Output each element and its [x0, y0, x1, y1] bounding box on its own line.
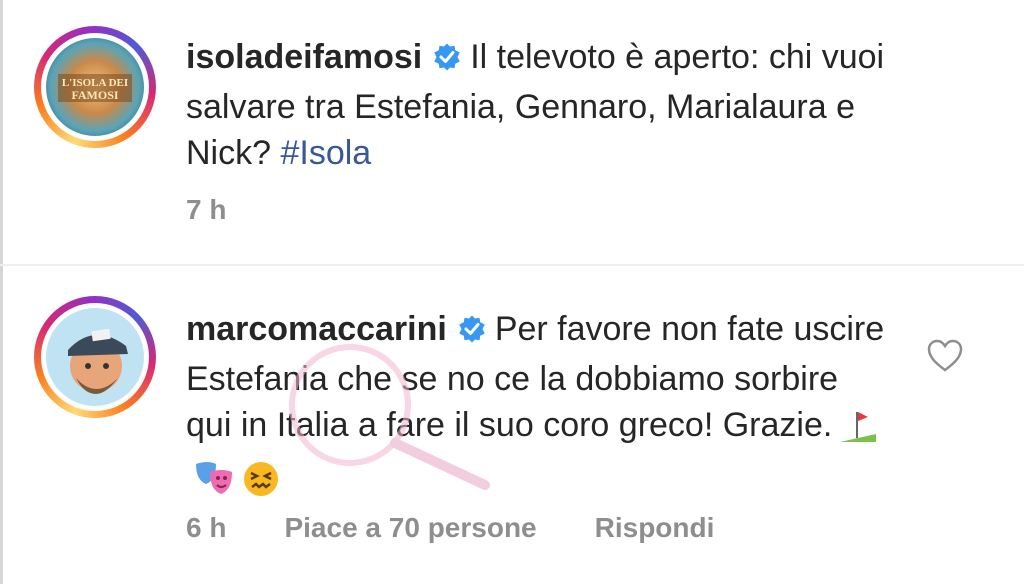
verified-badge-icon: [457, 310, 487, 356]
comment-time: 6 h: [186, 512, 227, 543]
avatar[interactable]: [34, 296, 156, 418]
hashtag-link[interactable]: #Isola: [280, 134, 371, 172]
likes-count-link[interactable]: Piace a 70 persone: [284, 512, 536, 544]
comment-username[interactable]: marcomaccarini: [186, 310, 447, 348]
logo-text-bottom: FAMOSI: [71, 88, 118, 102]
comment-meta: 6 h Piace a 70 persone Rispondi: [186, 512, 772, 544]
verified-badge-icon: [432, 38, 462, 84]
golf-flag-emoji-icon: [838, 408, 878, 456]
comment-body: isoladeifamosi Il televoto è aperto: chi …: [186, 34, 886, 176]
confounded-face-emoji-icon: [242, 460, 280, 510]
window-edge: [0, 0, 3, 584]
avatar[interactable]: L'ISOLA DEI FAMOSI: [34, 26, 156, 148]
like-heart-icon[interactable]: [926, 338, 964, 379]
reply-link[interactable]: Rispondi: [595, 512, 715, 544]
performing-arts-emoji-icon: [192, 460, 236, 510]
user-avatar-illustration: [46, 308, 144, 406]
comment-body: marcomaccarini Per favore non fate uscire…: [186, 306, 886, 510]
comment-username[interactable]: isoladeifamosi: [186, 38, 422, 76]
isola-logo-avatar: L'ISOLA DEI FAMOSI: [46, 38, 144, 136]
comment-meta: 7 h: [186, 194, 284, 226]
comment-divider: [0, 264, 1024, 266]
comment-time: 7 h: [186, 194, 227, 225]
